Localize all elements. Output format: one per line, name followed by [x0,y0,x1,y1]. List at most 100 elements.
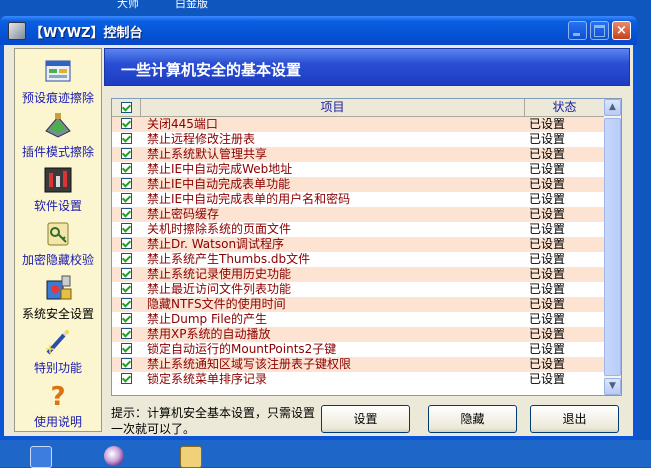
cd-icon[interactable] [104,446,124,466]
sidebar-item-label: 插件模式擦除 [21,145,94,159]
scroll-thumb[interactable] [604,118,621,376]
table-row[interactable]: 锁定系统菜单排序记录 已设置 [112,372,604,387]
column-header-status[interactable]: 状态 [525,99,604,116]
sidebar-item-label: 特别功能 [33,361,82,375]
row-item-name: 禁止IE中自动完成Web地址 [147,162,293,176]
row-checkbox[interactable] [121,373,132,384]
table-row[interactable]: 禁用XP系统的自动播放 已设置 [112,327,604,342]
key-lock-icon [47,222,69,246]
row-checkbox[interactable] [121,358,132,369]
table-row[interactable]: 禁止系统通知区域写该注册表子键权限 已设置 [112,357,604,372]
list-header: 项目 状态 [112,99,604,117]
apply-button[interactable]: 设置 [321,405,410,433]
sidebar-item-software-settings[interactable]: 软件设置 [15,165,101,214]
row-item-name: 锁定系统菜单排序记录 [147,372,268,386]
table-row[interactable]: 隐藏NTFS文件的使用时间 已设置 [112,297,604,312]
svg-text:?: ? [50,382,65,411]
row-checkbox[interactable] [121,208,132,219]
exit-button[interactable]: 退出 [530,405,619,433]
select-all-checkbox[interactable] [121,102,132,113]
row-item-name: 禁止IE中自动完成表单功能 [147,177,291,191]
desktop-label: 大师 [117,0,139,10]
table-row[interactable]: 禁止IE中自动完成表单的用户名和密码 已设置 [112,192,604,207]
desktop-label: 白金版 [175,0,208,10]
row-item-name: 关机时擦除系统的页面文件 [147,222,292,236]
table-row[interactable]: 禁止Dump File的产生 已设置 [112,312,604,327]
row-checkbox[interactable] [121,268,132,279]
row-checkbox[interactable] [121,133,132,144]
table-row[interactable]: 关机时擦除系统的页面文件 已设置 [112,222,604,237]
row-checkbox[interactable] [121,238,132,249]
sidebar: 预设痕迹擦除 插件模式擦除 软件设置 加密隐藏校验 系统安全设置 特别功能 ? … [14,48,102,432]
wand-icon [46,329,70,355]
row-checkbox[interactable] [121,283,132,294]
scroll-up-button[interactable]: ▲ [604,99,621,116]
desktop-shortcut-icon[interactable] [30,446,52,468]
table-row[interactable]: 关闭445端口 已设置 [112,117,604,132]
sidebar-item-label: 系统安全设置 [21,307,94,321]
row-checkbox[interactable] [121,313,132,324]
row-checkbox[interactable] [121,148,132,159]
window-title: 【WYWZ】控制台 [30,26,143,41]
system-security-icon [46,275,72,300]
row-status: 已设置 [529,222,566,236]
row-status: 已设置 [529,357,566,371]
row-item-name: 禁用XP系统的自动播放 [147,327,271,341]
sidebar-item-system-security[interactable]: 系统安全设置 [15,273,101,322]
row-item-name: 禁止最近访问文件列表功能 [147,282,292,296]
row-status: 已设置 [529,237,566,251]
folder-icon[interactable] [180,446,202,468]
table-row[interactable]: 禁止密码缓存 已设置 [112,207,604,222]
sidebar-item-trace-eraser[interactable]: 预设痕迹擦除 [15,57,101,106]
table-row[interactable]: 禁止Dr. Watson调试程序 已设置 [112,237,604,252]
sidebar-item-encrypt-verify[interactable]: 加密隐藏校验 [15,219,101,268]
row-checkbox[interactable] [121,178,132,189]
close-icon: × [616,23,627,38]
client-area: 预设痕迹擦除 插件模式擦除 软件设置 加密隐藏校验 系统安全设置 特别功能 ? … [4,45,633,436]
row-item-name: 禁止Dr. Watson调试程序 [147,237,285,251]
sidebar-item-plugin-eraser[interactable]: 插件模式擦除 [15,111,101,160]
app-icon [8,22,26,40]
title-bar[interactable]: 【WYWZ】控制台 × [0,16,637,45]
row-status: 已设置 [529,147,566,161]
row-item-name: 关闭445端口 [147,117,218,131]
table-row[interactable]: 锁定自动运行的MountPoints2子键 已设置 [112,342,604,357]
table-row[interactable]: 禁止IE中自动完成表单功能 已设置 [112,177,604,192]
sidebar-item-label: 软件设置 [33,199,82,213]
row-checkbox[interactable] [121,118,132,129]
row-item-name: 禁止系统产生Thumbs.db文件 [147,252,311,266]
row-checkbox[interactable] [121,328,132,339]
close-button[interactable]: × [612,21,631,40]
sidebar-item-help[interactable]: ? 使用说明 [15,381,101,430]
row-status: 已设置 [529,297,566,311]
row-checkbox[interactable] [121,253,132,264]
chevron-down-icon: ▼ [609,381,616,391]
table-row[interactable]: 禁止远程修改注册表 已设置 [112,132,604,147]
table-row[interactable]: 禁止系统产生Thumbs.db文件 已设置 [112,252,604,267]
row-item-name: 禁止系统记录使用历史功能 [147,267,292,281]
control-panel-window: 【WYWZ】控制台 × 预设痕迹擦除 插件模式擦除 软件设置 加密隐藏校验 系统… [0,16,637,440]
row-item-name: 禁止系统默认管理共享 [147,147,268,161]
select-all-header[interactable] [112,99,141,116]
row-checkbox[interactable] [121,193,132,204]
table-row[interactable]: 禁止系统默认管理共享 已设置 [112,147,604,162]
row-checkbox[interactable] [121,223,132,234]
table-row[interactable]: 禁止最近访问文件列表功能 已设置 [112,282,604,297]
hide-button[interactable]: 隐藏 [428,405,517,433]
minimize-button[interactable] [568,21,587,40]
scroll-down-button[interactable]: ▼ [604,378,621,395]
table-row[interactable]: 禁止系统记录使用历史功能 已设置 [112,267,604,282]
row-status: 已设置 [529,267,566,281]
column-header-item[interactable]: 项目 [141,99,525,116]
row-status: 已设置 [529,252,566,266]
sidebar-item-special[interactable]: 特别功能 [15,327,101,376]
sidebar-item-label: 加密隐藏校验 [21,253,94,267]
vertical-scrollbar[interactable]: ▲ ▼ [604,99,621,395]
row-status: 已设置 [529,342,566,356]
row-item-name: 隐藏NTFS文件的使用时间 [147,297,286,311]
row-checkbox[interactable] [121,298,132,309]
maximize-button[interactable] [590,21,609,40]
row-checkbox[interactable] [121,343,132,354]
row-checkbox[interactable] [121,163,132,174]
table-row[interactable]: 禁止IE中自动完成Web地址 已设置 [112,162,604,177]
